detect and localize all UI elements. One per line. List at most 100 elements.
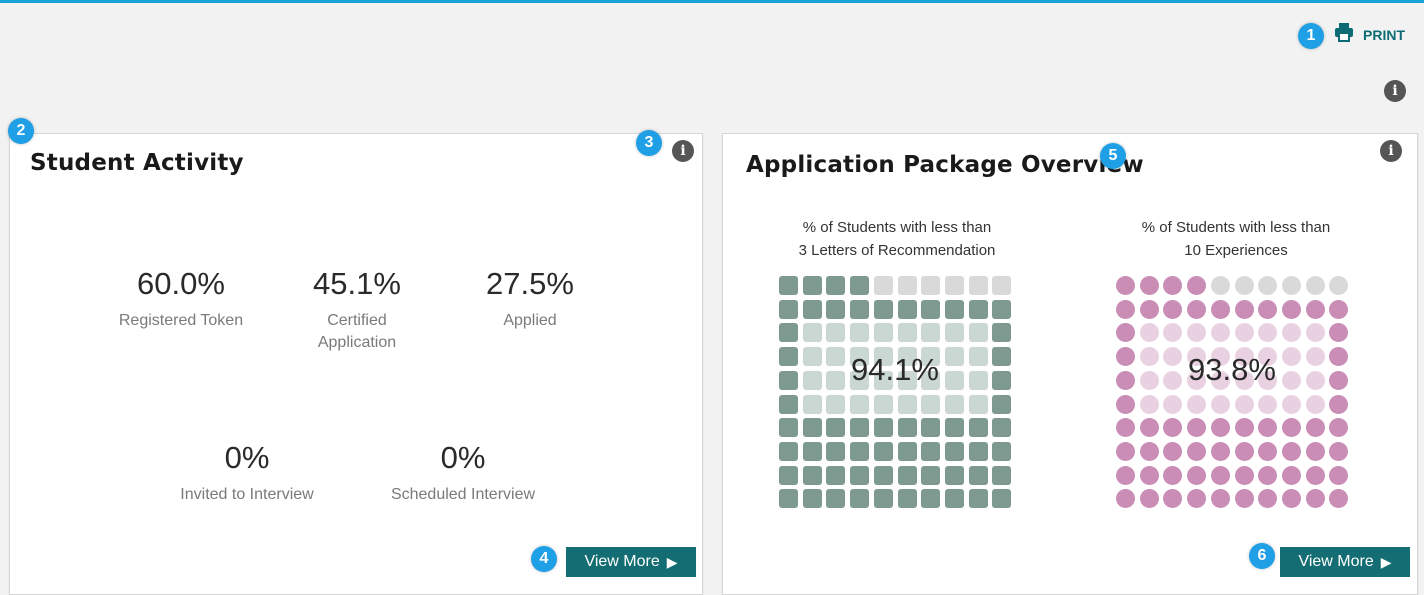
waffle-cell: [1163, 370, 1183, 390]
waffle-cell: [992, 489, 1012, 509]
waffle-cell: [826, 418, 846, 438]
waffle-cell: [1139, 465, 1159, 485]
waffle-cell: [992, 347, 1012, 367]
waffle-cell: [850, 465, 870, 485]
chart-caption-experiences: % of Students with less than 10 Experien…: [1106, 216, 1366, 262]
waffle-cell: [1329, 394, 1349, 414]
waffle-cell: [802, 394, 822, 414]
waffle-cell: [1210, 418, 1230, 438]
waffle-cell: [1258, 299, 1278, 319]
waffle-cell: [779, 347, 798, 367]
waffle-cell: [1281, 347, 1301, 367]
waffle-cell: [921, 465, 941, 485]
waffle-cell: [1305, 299, 1325, 319]
waffle-cell: [873, 441, 893, 461]
stat-value: 27.5%: [486, 266, 574, 301]
card-title: Student Activity: [30, 150, 244, 176]
waffle-cell: [1329, 299, 1349, 319]
waffle-cell: [826, 489, 846, 509]
waffle-chart-letters: 94.1%: [779, 276, 1013, 510]
waffle-cell: [1281, 441, 1301, 461]
waffle-cell: [1234, 299, 1254, 319]
waffle-cell: [1281, 323, 1301, 343]
waffle-cell: [1163, 394, 1183, 414]
caption-line: % of Students with less than: [802, 219, 992, 236]
view-more-label: View More: [1298, 553, 1374, 570]
caption-line: 3 Letters of Recommendation: [798, 242, 996, 259]
tour-badge-3[interactable]: 3: [636, 130, 662, 156]
waffle-cell: [1329, 370, 1349, 390]
waffle-cell: [1163, 323, 1183, 343]
waffle-cell: [779, 276, 798, 295]
caption-line: 10 Experiences: [1184, 242, 1288, 259]
waffle-cell: [1305, 394, 1325, 414]
waffle-cell: [921, 418, 941, 438]
waffle-cell: [1139, 394, 1159, 414]
waffle-cell: [802, 370, 822, 390]
waffle-cell: [968, 347, 988, 367]
card-title: Application Package Overview: [746, 152, 1144, 178]
print-label: PRINT: [1363, 26, 1405, 43]
waffle-cell: [968, 489, 988, 509]
tour-badge-1[interactable]: 1: [1298, 23, 1324, 49]
student-activity-info-icon[interactable]: i: [672, 140, 694, 162]
waffle-cell: [850, 299, 870, 319]
stat-label: Certified Application: [317, 312, 397, 351]
waffle-cell: [1258, 394, 1278, 414]
waffle-cell: [1281, 394, 1301, 414]
view-more-button[interactable]: View More ▶: [1280, 547, 1410, 577]
view-more-button[interactable]: View More ▶: [566, 547, 696, 577]
waffle-cell: [968, 418, 988, 438]
waffle-cell: [1210, 394, 1230, 414]
application-package-info-icon[interactable]: i: [1380, 140, 1402, 162]
waffle-cell: [992, 299, 1012, 319]
waffle-cell: [1163, 276, 1183, 295]
print-button[interactable]: PRINT: [1334, 22, 1405, 47]
waffle-cell: [1234, 276, 1254, 295]
waffle-cell: [1281, 489, 1301, 509]
waffle-cell: [873, 418, 893, 438]
waffle-cell: [802, 489, 822, 509]
waffle-cell: [1139, 323, 1159, 343]
page-info-icon[interactable]: i: [1384, 80, 1406, 102]
waffle-cell: [921, 299, 941, 319]
waffle-cell: [1258, 465, 1278, 485]
waffle-cell: [779, 323, 798, 343]
waffle-cell: [1305, 370, 1325, 390]
waffle-cell: [779, 465, 798, 485]
tour-badge-2[interactable]: 2: [8, 118, 34, 144]
waffle-cell: [1329, 276, 1349, 295]
waffle-chart-experiences: 93.8%: [1116, 276, 1350, 510]
waffle-cell: [1329, 489, 1349, 509]
waffle-cell: [850, 323, 870, 343]
waffle-cell: [897, 394, 917, 414]
waffle-cell: [850, 276, 870, 295]
waffle-cell: [944, 276, 964, 295]
waffle-cell: [826, 394, 846, 414]
waffle-cell: [1210, 489, 1230, 509]
tour-badge-4[interactable]: 4: [531, 546, 557, 572]
waffle-cell: [944, 323, 964, 343]
waffle-cell: [968, 299, 988, 319]
waffle-cell: [802, 441, 822, 461]
waffle-cell: [897, 489, 917, 509]
waffle-cell: [1116, 394, 1135, 414]
application-package-card: Application Package Overview % of Studen…: [722, 133, 1418, 595]
waffle-cell: [1281, 418, 1301, 438]
waffle-cell: [779, 418, 798, 438]
stat-label: Scheduled Interview: [390, 486, 536, 503]
tour-badge-5[interactable]: 5: [1100, 143, 1126, 169]
waffle-cell: [1329, 465, 1349, 485]
waffle-cell: [1139, 347, 1159, 367]
waffle-cell: [1305, 276, 1325, 295]
waffle-cell: [1163, 465, 1183, 485]
waffle-cell: [802, 465, 822, 485]
waffle-cell: [802, 418, 822, 438]
waffle-cell: [1187, 276, 1207, 295]
waffle-cell: [1305, 489, 1325, 509]
waffle-cell: [944, 489, 964, 509]
waffle-cell: [1163, 299, 1183, 319]
waffle-cell: [897, 299, 917, 319]
tour-badge-6[interactable]: 6: [1249, 543, 1275, 569]
waffle-cell: [897, 276, 917, 295]
